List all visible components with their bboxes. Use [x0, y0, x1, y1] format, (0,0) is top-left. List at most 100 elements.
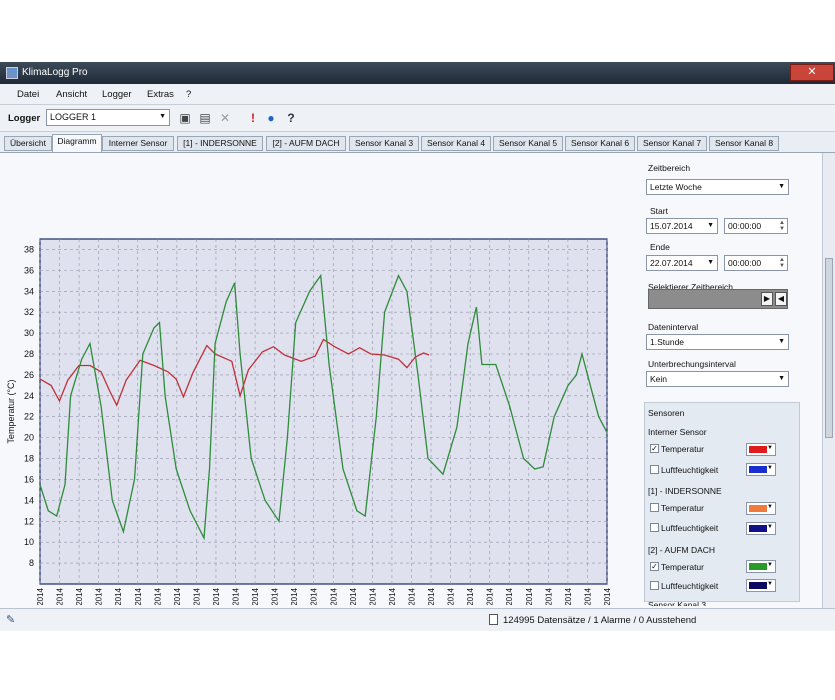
x-tick-label: 16.07.2014: [173, 587, 182, 605]
range-prev-icon[interactable]: ◀: [775, 292, 787, 306]
x-tick-label: 19.07.2014: [388, 587, 397, 605]
temperatur-checkbox[interactable]: ✓: [650, 562, 659, 571]
x-tick-label: 18.07.2014: [329, 587, 338, 605]
x-tick-label: 21.07.2014: [564, 587, 573, 605]
title-bar: KlimaLogg Pro ✕: [0, 62, 835, 84]
x-tick-label: 19.07.2014: [368, 587, 377, 605]
y-tick-label: 8: [29, 558, 34, 568]
stepper-arrows-icon[interactable]: ▲ ▼: [779, 220, 785, 232]
zeitbereich-select[interactable]: Letzte Woche ▼: [646, 179, 789, 195]
status-bar: ✎ 124995 Datensätze / 1 Alarme / 0 Ausst…: [0, 608, 835, 631]
app-icon: [6, 67, 18, 79]
temperature-chart: 8 10 12 14 16 18 20 22 24 26 28 30 32 34 36 38 15.07.201…: [6, 238, 612, 653]
tab-sensor-kanal-7[interactable]: Sensor Kanal 7: [637, 136, 707, 151]
color-picker[interactable]: ▼: [746, 502, 776, 515]
x-tick-label: 19.07.2014: [407, 587, 416, 605]
color-picker[interactable]: ▼: [746, 443, 776, 456]
chevron-down-icon: ▼: [159, 113, 166, 120]
start-date-value: 15.07.2014: [650, 221, 693, 231]
y-tick-label: 38: [24, 244, 34, 254]
luftfeuchtigkeit-label: Luftfeuchtigkeit: [661, 581, 719, 591]
tab-uebersicht[interactable]: Übersicht: [4, 136, 52, 151]
x-tick-label: 15.07.2014: [75, 587, 84, 605]
menu-datei[interactable]: Datei: [17, 89, 39, 100]
sensor-group-title: [1] - INDERSONNE: [648, 486, 722, 496]
x-tick-label: 16.07.2014: [192, 587, 201, 605]
temperatur-label: Temperatur: [661, 562, 704, 572]
end-time-stepper[interactable]: 00:00:00 ▲ ▼: [724, 255, 788, 271]
menu-help[interactable]: ?: [186, 89, 191, 100]
start-time-value: 00:00:00: [728, 221, 762, 231]
luftfeuchtigkeit-checkbox[interactable]: [650, 523, 659, 532]
y-tick-label: 36: [24, 265, 34, 275]
color-swatch: [749, 582, 767, 589]
y-tick-label: 22: [24, 412, 34, 422]
luftfeuchtigkeit-checkbox[interactable]: [650, 581, 659, 590]
y-tick-label: 24: [24, 391, 34, 401]
chart-area: 8 10 12 14 16 18 20 22 24 26 28 30 32 34 36 38 15.07.201…: [0, 153, 628, 653]
close-icon[interactable]: ✕: [790, 64, 834, 81]
y-tick-label: 18: [24, 454, 34, 464]
x-tick-label: 21.07.2014: [525, 587, 534, 605]
logger-select[interactable]: LOGGER 1 ▼: [46, 109, 170, 126]
temperatur-label: Temperatur: [661, 444, 704, 454]
x-tick-label: 16.07.2014: [153, 587, 162, 605]
color-picker[interactable]: ▼: [746, 463, 776, 476]
window-title: KlimaLogg Pro: [22, 67, 88, 78]
alarm-icon[interactable]: !: [246, 111, 260, 125]
help-icon[interactable]: ?: [284, 111, 298, 125]
tab-interner-sensor[interactable]: Interner Sensor: [102, 136, 174, 151]
save-icon[interactable]: ▤: [198, 111, 212, 125]
document-icon: [489, 614, 498, 625]
sensor-group-title-cut: Sensor Kanal 3: [648, 600, 707, 606]
scrollbar-thumb[interactable]: [825, 258, 833, 438]
luftfeuchtigkeit-checkbox[interactable]: [650, 465, 659, 474]
temperatur-checkbox[interactable]: [650, 503, 659, 512]
end-time-value: 00:00:00: [728, 258, 762, 268]
color-picker[interactable]: ▼: [746, 522, 776, 535]
menu-bar: Datei Ansicht Logger Extras ?: [0, 84, 835, 105]
y-tick-label: 34: [24, 286, 34, 296]
y-tick-label: 14: [24, 495, 34, 505]
menu-logger[interactable]: Logger: [102, 89, 132, 100]
tab-diagramm[interactable]: Diagramm: [52, 134, 102, 152]
start-date-picker[interactable]: 15.07.2014 ▼: [646, 218, 718, 234]
x-tick-label: 17.07.2014: [212, 587, 221, 605]
stepper-arrows-icon[interactable]: ▲ ▼: [779, 257, 785, 269]
color-picker[interactable]: ▼: [746, 579, 776, 592]
toolbar: Logger LOGGER 1 ▼ ▣ ▤ ✕ ! ● ?: [0, 105, 835, 132]
delete-icon[interactable]: ✕: [218, 111, 232, 125]
x-tick-label: 20.07.2014: [486, 587, 495, 605]
menu-extras[interactable]: Extras: [147, 89, 174, 100]
tab-indersonne[interactable]: [1] - INDERSONNE: [177, 136, 263, 151]
tab-sensor-kanal-8[interactable]: Sensor Kanal 8: [709, 136, 779, 151]
sensor-group-title: Interner Sensor: [648, 427, 707, 437]
x-tick-label: 15.07.2014: [95, 587, 104, 605]
tab-aufm-dach[interactable]: [2] - AUFM DACH: [266, 136, 346, 151]
menu-ansicht[interactable]: Ansicht: [56, 89, 87, 100]
tab-sensor-kanal-6[interactable]: Sensor Kanal 6: [565, 136, 635, 151]
range-next-icon[interactable]: ▶: [761, 292, 773, 306]
tab-sensor-kanal-3[interactable]: Sensor Kanal 3: [349, 136, 419, 151]
unterbrechung-select[interactable]: Kein ▼: [646, 371, 789, 387]
dateninterval-select[interactable]: 1.Stunde ▼: [646, 334, 789, 350]
color-swatch: [749, 525, 767, 532]
chevron-down-icon: ▼: [767, 562, 773, 568]
tab-sensor-kanal-4[interactable]: Sensor Kanal 4: [421, 136, 491, 151]
tab-sensor-kanal-5[interactable]: Sensor Kanal 5: [493, 136, 563, 151]
temperatur-checkbox[interactable]: ✓: [650, 444, 659, 453]
water-drop-icon[interactable]: ●: [264, 111, 278, 125]
zeitbereich-label: Zeitbereich: [648, 163, 691, 173]
x-tick-label: 20.07.2014: [466, 587, 475, 605]
sensoren-label: Sensoren: [648, 408, 685, 418]
x-tick-label: 21.07.2014: [583, 587, 592, 605]
end-date-picker[interactable]: 22.07.2014 ▼: [646, 255, 718, 271]
color-swatch: [749, 446, 767, 453]
x-tick-label: 18.07.2014: [310, 587, 319, 605]
folder-open-icon[interactable]: ▣: [178, 111, 192, 125]
panel-scrollbar[interactable]: [822, 153, 835, 609]
start-time-stepper[interactable]: 00:00:00 ▲ ▼: [724, 218, 788, 234]
color-picker[interactable]: ▼: [746, 560, 776, 573]
end-date-value: 22.07.2014: [650, 258, 693, 268]
luftfeuchtigkeit-label: Luftfeuchtigkeit: [661, 465, 719, 475]
